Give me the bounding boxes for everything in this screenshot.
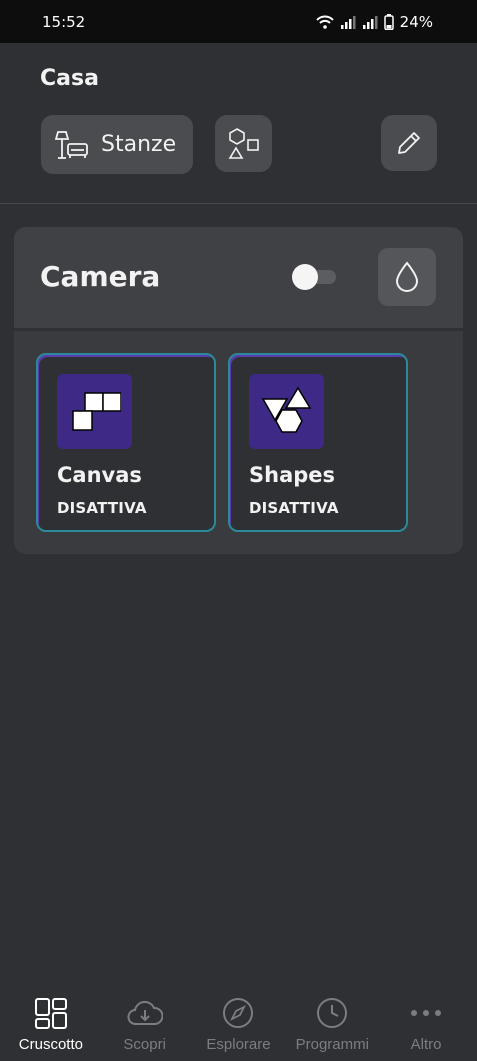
home-title: Casa: [40, 66, 99, 91]
status-time: 15:52: [42, 12, 86, 31]
pencil-icon: [398, 132, 420, 154]
device-name: Canvas: [57, 463, 142, 487]
nav-discover[interactable]: Scopri: [98, 985, 192, 1061]
nav-label: Altro: [410, 1036, 442, 1053]
bottom-nav: Cruscotto Scopri Esplorare Programmi Alt…: [0, 985, 477, 1061]
battery-percent: 24%: [399, 12, 433, 31]
nav-label: Esplorare: [206, 1036, 271, 1053]
status-bar: 15:52 24%: [0, 0, 477, 43]
nav-schedules[interactable]: Programmi: [285, 985, 379, 1061]
cloud-download-icon: [127, 995, 163, 1031]
nav-label: Programmi: [295, 1036, 369, 1053]
nav-explore[interactable]: Esplorare: [192, 985, 286, 1061]
more-icon: [410, 995, 442, 1031]
canvas-panels-icon: [57, 374, 132, 449]
signal-icon: [340, 15, 356, 29]
status-icons: 24%: [315, 12, 433, 31]
nav-more[interactable]: Altro: [379, 985, 473, 1061]
room-name: Camera: [40, 260, 161, 293]
shapes-panels-icon: [249, 374, 324, 449]
device-tile-shapes[interactable]: Shapes DISATTIVA: [228, 353, 408, 532]
color-button[interactable]: [378, 248, 436, 306]
lamp-sofa-icon: [55, 130, 88, 159]
room-header: Camera: [14, 227, 463, 328]
battery-icon: [383, 13, 394, 30]
device-state: DISATTIVA: [249, 499, 339, 517]
room-power-toggle[interactable]: [292, 264, 336, 290]
toggle-knob: [292, 264, 318, 290]
header-divider: [0, 203, 477, 204]
clock-icon: [316, 995, 348, 1031]
device-state: DISATTIVA: [57, 499, 147, 517]
wifi-icon: [315, 15, 334, 29]
signal-icon-2: [362, 15, 378, 29]
edit-button[interactable]: [381, 115, 437, 171]
drop-icon: [395, 261, 419, 292]
nav-dashboard[interactable]: Cruscotto: [4, 985, 98, 1061]
rooms-button-label: Stanze: [101, 132, 177, 157]
device-name: Shapes: [249, 463, 336, 487]
nav-label: Cruscotto: [18, 1036, 83, 1053]
device-tile-canvas[interactable]: Canvas DISATTIVA: [36, 353, 216, 532]
room-card: Camera Canvas DISATTIVA Shapes DISATTIVA: [14, 227, 463, 554]
dashboard-icon: [34, 995, 68, 1031]
room-separator: [14, 328, 463, 331]
rooms-button[interactable]: Stanze: [41, 115, 193, 174]
nav-label: Scopri: [123, 1036, 166, 1053]
shapes-button[interactable]: [215, 115, 272, 172]
compass-icon: [222, 995, 254, 1031]
shapes-icon: [228, 127, 259, 159]
